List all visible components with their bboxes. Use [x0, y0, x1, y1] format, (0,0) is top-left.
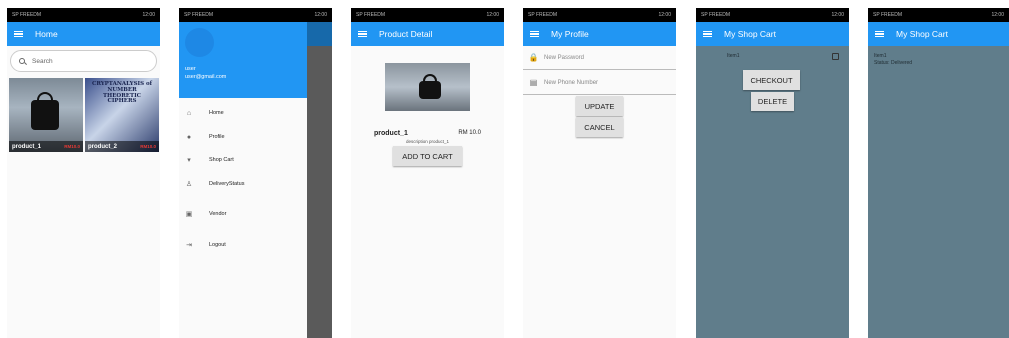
status-time: 12:00 — [831, 12, 844, 18]
status-carrier: SP FREEDM — [528, 12, 558, 18]
menu-icon[interactable] — [703, 30, 712, 38]
cart-item-name: Item1 — [727, 53, 740, 59]
product-price: RM 10.0 — [458, 130, 481, 136]
status-carrier: SP FREEDM — [184, 12, 214, 18]
product-description: description product_1 — [405, 139, 450, 144]
bag-image-body — [31, 100, 59, 130]
add-to-cart-button[interactable]: ADD TO CART — [393, 146, 462, 166]
app-bar: Home — [7, 22, 160, 46]
contact-card-icon: ▤ — [529, 78, 538, 87]
drawer-item-label: Profile — [209, 134, 225, 140]
drawer-item-vendor[interactable]: ▣ Vendor — [179, 207, 307, 221]
navigation-drawer: user user@gmail.com ⌂ Home ● Profile ▾ S… — [179, 22, 307, 338]
cart-icon: ▾ — [187, 157, 191, 164]
status-carrier: SP FREEDM — [873, 12, 903, 18]
checkout-button[interactable]: CHECKOUT — [743, 70, 800, 90]
status-bar: SP FREEDM 12:00 — [696, 8, 849, 22]
app-bar: My Profile — [523, 22, 676, 46]
product-price: RM10.0 — [140, 144, 156, 149]
book-cover-text: CRYPTANALYSIS of NUMBER THEORETIC CIPHER… — [91, 81, 153, 105]
status-bar: SP FREEDM 12:00 — [179, 8, 332, 22]
logout-icon: ⇥ — [186, 242, 192, 249]
page-title: My Shop Cart — [896, 29, 948, 39]
status-time: 12:00 — [486, 12, 499, 18]
new-password-field[interactable]: 🔒 New Password — [523, 46, 676, 70]
product-card-2[interactable]: CRYPTANALYSIS of NUMBER THEORETIC CIPHER… — [85, 78, 159, 152]
menu-icon[interactable] — [875, 30, 884, 38]
search-placeholder: Search — [32, 57, 53, 65]
new-password-placeholder: New Password — [544, 54, 585, 61]
bag-image-body — [419, 81, 441, 99]
status-bar: SP FREEDM 12:00 — [7, 8, 160, 22]
store-icon: ▣ — [185, 211, 193, 218]
lock-icon: 🔒 — [528, 53, 539, 62]
status-bar: SP FREEDM 12:00 — [351, 8, 504, 22]
drawer-header: user user@gmail.com — [179, 22, 307, 98]
product-name: product_1 — [12, 143, 42, 150]
status-carrier: SP FREEDM — [12, 12, 42, 18]
cancel-button[interactable]: CANCEL — [576, 117, 623, 137]
drawer-user-name: user — [185, 66, 196, 72]
status-time: 12:00 — [142, 12, 155, 18]
status-carrier: SP FREEDM — [356, 12, 386, 18]
product-detail-screen: SP FREEDM 12:00 Product Detail product_1… — [351, 8, 504, 338]
delete-button[interactable]: DELETE — [751, 92, 794, 111]
status-time: 12:00 — [991, 12, 1004, 18]
menu-icon[interactable] — [358, 30, 367, 38]
drawer-item-label: DeliveryStatus — [209, 181, 245, 187]
delivery-item-name: Item1 — [874, 53, 887, 59]
delivery-status-screen: SP FREEDM 12:00 My Shop Cart Item1 Statu… — [868, 8, 1009, 338]
page-title: My Profile — [551, 29, 589, 39]
menu-icon[interactable] — [530, 30, 539, 38]
product-card-footer: product_1 RM10.0 — [9, 141, 83, 152]
drawer-item-label: Home — [209, 110, 224, 116]
drawer-item-delivery-status[interactable]: ♙ DeliveryStatus — [179, 177, 307, 191]
page-title: Home — [35, 29, 58, 39]
drawer-screen: SP FREEDM 12:00 user user@gmail.com ⌂ Ho… — [179, 8, 332, 338]
drawer-item-logout[interactable]: ⇥ Logout — [179, 238, 307, 252]
product-image — [385, 63, 470, 111]
product-card-footer: product_2 RM10.0 — [85, 141, 159, 152]
app-bar: Product Detail — [351, 22, 504, 46]
drawer-item-label: Vendor — [209, 211, 227, 217]
delivery-icon: ♙ — [185, 181, 193, 188]
page-title: Product Detail — [379, 29, 433, 39]
new-phone-field[interactable]: ▤ New Phone Number — [523, 71, 676, 95]
search-icon — [19, 58, 25, 64]
drawer-item-home[interactable]: ⌂ Home — [179, 106, 307, 120]
update-button[interactable]: UPDATE — [576, 96, 623, 116]
delivery-item: Item1 Status: Delivered — [874, 53, 912, 67]
new-phone-placeholder: New Phone Number — [544, 79, 599, 86]
product-name: product_2 — [88, 143, 118, 150]
status-time: 12:00 — [658, 12, 671, 18]
status-time: 12:00 — [314, 12, 327, 18]
home-screen: SP FREEDM 12:00 Home Search product_1 RM… — [7, 8, 160, 338]
delivery-item-status: Status: Delivered — [874, 59, 913, 66]
status-bar: SP FREEDM 12:00 — [868, 8, 1009, 22]
drawer-user-email: user@gmail.com — [185, 74, 227, 80]
person-icon: ● — [186, 133, 192, 141]
app-bar: My Shop Cart — [868, 22, 1009, 46]
home-icon: ⌂ — [186, 109, 192, 117]
status-carrier: SP FREEDM — [701, 12, 731, 18]
product-name: product_1 — [374, 130, 408, 137]
shop-cart-screen: SP FREEDM 12:00 My Shop Cart Item1 CHECK… — [696, 8, 849, 338]
drawer-item-profile[interactable]: ● Profile — [179, 130, 307, 144]
product-card-1[interactable]: product_1 RM10.0 — [9, 78, 83, 152]
search-input[interactable]: Search — [10, 50, 157, 72]
drawer-item-label: Logout — [209, 242, 226, 248]
status-bar: SP FREEDM 12:00 — [523, 8, 676, 22]
product-price: RM10.0 — [64, 144, 80, 149]
drawer-item-shop-cart[interactable]: ▾ Shop Cart — [179, 153, 307, 167]
menu-icon[interactable] — [14, 30, 23, 38]
app-bar: My Shop Cart — [696, 22, 849, 46]
profile-screen: SP FREEDM 12:00 My Profile 🔒 New Passwor… — [523, 8, 676, 338]
drawer-item-label: Shop Cart — [209, 157, 234, 163]
page-title: My Shop Cart — [724, 29, 776, 39]
cart-item-checkbox[interactable] — [832, 53, 839, 60]
avatar — [185, 28, 214, 57]
